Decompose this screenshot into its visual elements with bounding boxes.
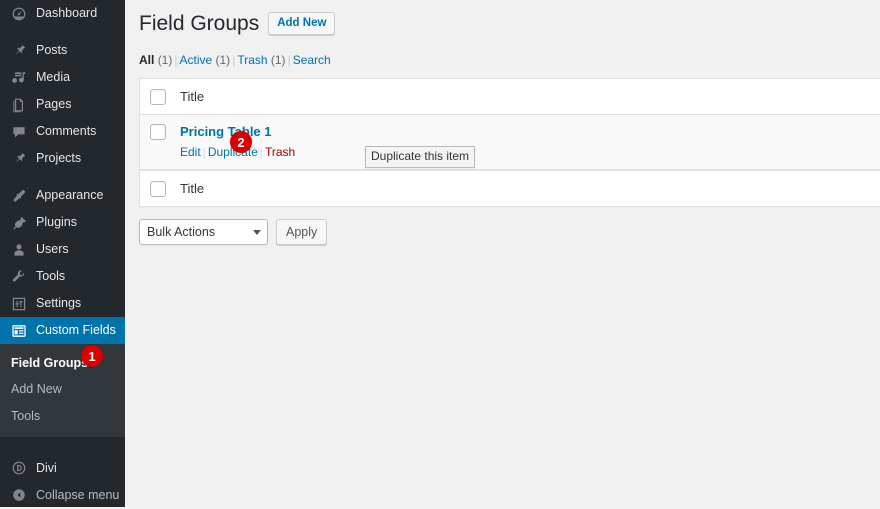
- submenu-item-field-groups[interactable]: Field Groups: [0, 350, 125, 376]
- sidebar-item-pages[interactable]: Pages: [0, 91, 125, 118]
- sidebar-item-projects[interactable]: Projects: [0, 145, 125, 172]
- sidebar-item-custom-fields[interactable]: Custom Fields: [0, 317, 133, 344]
- collapse-arrow-icon: [9, 485, 29, 505]
- submenu-item-tools[interactable]: Tools: [0, 403, 125, 429]
- row-actions: Edit | Duplicate | Trash: [180, 143, 872, 161]
- main-content: Field Groups Add New All (1) | Active (1) |…: [125, 0, 880, 507]
- filter-link-trash[interactable]: Trash: [237, 53, 267, 67]
- page-title: Field Groups: [139, 12, 260, 35]
- bulk-actions-select[interactable]: Bulk Actions: [139, 218, 268, 245]
- filter-count-all: (1): [157, 53, 173, 68]
- pin-icon: [9, 149, 29, 169]
- row-checkbox[interactable]: [150, 124, 166, 141]
- select-all-checkbox-footer[interactable]: [150, 180, 166, 197]
- select-all-checkbox[interactable]: [150, 88, 166, 105]
- sidebar-item-divi[interactable]: Divi: [0, 455, 125, 482]
- comments-icon: [9, 122, 29, 142]
- menu-separator: [0, 27, 125, 37]
- custom-fields-submenu: Field Groups Add New Tools: [0, 344, 125, 437]
- admin-sidebar: Dashboard Posts Media Pages Comments Pro…: [0, 0, 133, 509]
- sidebar-item-tools[interactable]: Tools: [0, 263, 125, 290]
- settings-sliders-icon: [9, 294, 29, 314]
- sidebar-item-label: Settings: [36, 296, 82, 311]
- sidebar-item-label: Plugins: [36, 215, 77, 230]
- filter-link-all[interactable]: All: [139, 53, 154, 67]
- sidebar-bottom-group: Divi Collapse menu: [0, 455, 125, 509]
- row-title-cell: Pricing Table 1 Edit | Duplicate | Trash: [180, 114, 880, 171]
- sidebar-item-settings[interactable]: Settings: [0, 290, 125, 317]
- sidebar-item-label: Posts: [36, 43, 68, 58]
- row-title-link[interactable]: Pricing Table 1: [180, 123, 272, 141]
- filter-item-all: All (1) |: [139, 53, 179, 67]
- sidebar-item-dashboard[interactable]: Dashboard: [0, 0, 125, 27]
- table-header-row: Title: [140, 79, 880, 115]
- filter-item-search: Search: [293, 53, 331, 67]
- row-select-cell: [140, 114, 180, 171]
- table-nav-bottom: Bulk Actions Apply: [139, 217, 880, 247]
- collapse-menu-button[interactable]: Collapse menu: [0, 482, 125, 509]
- bulk-actions-selected-value: Bulk Actions: [147, 224, 216, 239]
- apply-button[interactable]: Apply: [276, 218, 328, 245]
- filter-count-active: (1): [215, 53, 231, 68]
- custom-fields-grid-icon: [9, 321, 29, 341]
- sidebar-item-users[interactable]: Users: [0, 236, 125, 263]
- dashboard-icon: [9, 4, 29, 24]
- divi-icon: [9, 458, 29, 478]
- column-footer-title[interactable]: Title: [180, 170, 880, 206]
- sidebar-item-plugins[interactable]: Plugins: [0, 209, 125, 236]
- sidebar-item-label: Pages: [36, 97, 72, 112]
- wordpress-admin-screen: Dashboard Posts Media Pages Comments Pro…: [0, 0, 880, 507]
- sidebar-item-label: Projects: [36, 151, 82, 166]
- chevron-down-icon: [253, 229, 261, 235]
- filter-link-active[interactable]: Active: [179, 53, 212, 67]
- page-header: Field Groups Add New: [139, 10, 880, 37]
- submenu-item-add-new[interactable]: Add New: [0, 376, 125, 402]
- wrench-icon: [9, 267, 29, 287]
- duplicate-tooltip: Duplicate this item: [365, 146, 476, 168]
- sidebar-item-label: Appearance: [36, 188, 104, 203]
- table-head: Title: [140, 79, 880, 115]
- sidebar-item-label: Dashboard: [36, 6, 98, 21]
- sidebar-item-label: Collapse menu: [36, 488, 120, 502]
- filter-item-active: Active (1) |: [179, 53, 237, 67]
- users-icon: [9, 240, 29, 260]
- filter-divider: |: [287, 53, 291, 68]
- row-action-edit[interactable]: Edit: [180, 145, 201, 159]
- pin-icon: [9, 41, 29, 61]
- add-new-button[interactable]: Add New: [268, 11, 336, 36]
- sidebar-item-posts[interactable]: Posts: [0, 37, 125, 64]
- column-header-title[interactable]: Title: [180, 79, 880, 115]
- step-badge-1: 1: [81, 345, 103, 367]
- row-action-separator: |: [202, 145, 206, 160]
- sidebar-item-label: Tools: [36, 269, 66, 284]
- appearance-brush-icon: [9, 186, 29, 206]
- pages-icon: [9, 95, 29, 115]
- row-action-separator: |: [259, 145, 263, 160]
- filter-item-trash: Trash (1) |: [237, 53, 292, 67]
- sidebar-item-label: Users: [36, 242, 69, 257]
- page-wrap: Field Groups Add New All (1) | Active (1) |…: [125, 0, 880, 247]
- row-action-trash[interactable]: Trash: [265, 145, 295, 159]
- menu-separator: [0, 172, 125, 182]
- sidebar-item-comments[interactable]: Comments: [0, 118, 125, 145]
- select-all-header: [140, 79, 180, 115]
- sidebar-item-label: Media: [36, 70, 71, 85]
- sidebar-item-appearance[interactable]: Appearance: [0, 182, 125, 209]
- step-badge-2: 2: [230, 131, 252, 153]
- media-icon: [9, 68, 29, 88]
- sidebar-item-label: Comments: [36, 124, 97, 139]
- status-filter-list: All (1) | Active (1) | Trash (1) | Search: [139, 48, 880, 72]
- filter-link-search[interactable]: Search: [293, 53, 331, 67]
- sidebar-item-label: Custom Fields: [36, 323, 116, 338]
- plugin-icon: [9, 213, 29, 233]
- select-all-footer: [140, 170, 180, 206]
- filter-count-trash: (1): [270, 53, 286, 68]
- table-footer-row: Title: [140, 170, 880, 206]
- table-foot: Title: [140, 170, 880, 206]
- sidebar-item-media[interactable]: Media: [0, 64, 125, 91]
- sidebar-item-label: Divi: [36, 461, 57, 475]
